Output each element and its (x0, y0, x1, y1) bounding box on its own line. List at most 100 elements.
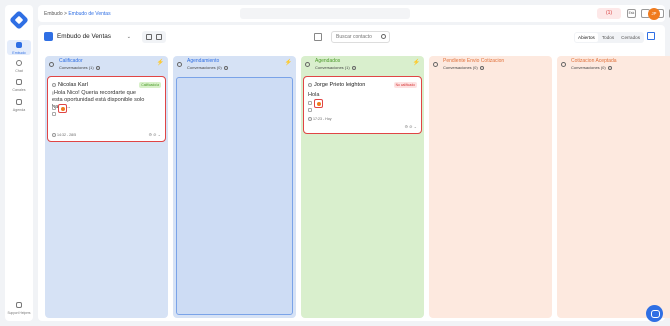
chevron-down-icon: ⌄ (126, 34, 131, 40)
contact-name: Nicolas Karl (58, 82, 88, 88)
search-icon[interactable] (381, 34, 386, 39)
export-icon[interactable] (647, 32, 655, 40)
assignee-icon[interactable] (58, 104, 67, 113)
info-icon[interactable] (479, 65, 484, 70)
column-header: Pendiente Envio Cotizacion Conversacione… (429, 56, 552, 72)
column-header: Cotizacion Aceptada Conversaciones (0) (557, 56, 670, 72)
sidebar-item-chat[interactable]: Chat (5, 60, 33, 74)
last-message: Hola (308, 92, 320, 98)
sidebar-item-label: Chat (15, 69, 23, 73)
language-label: Esk (628, 11, 635, 15)
tab-cerrados[interactable]: Cerrados (618, 33, 643, 42)
card-actions[interactable]: ⚙ ⊘ ⌄ (404, 124, 417, 129)
phone-icon (16, 79, 22, 85)
stage-icon (561, 62, 566, 67)
topbar: Embudo > Embudo de Ventas (1) Esk JP (38, 5, 670, 22)
sidebar-item-label: Embudo (12, 51, 26, 55)
column-header: Calificador Conversaciones (1) ⚡ (45, 56, 168, 72)
card-time: 17:23 - Hoy (313, 116, 332, 121)
column-count-label: Conversaciones (0) (443, 65, 478, 70)
pipeline-select-value: Embudo de Ventas (57, 33, 112, 40)
info-icon[interactable] (607, 65, 612, 70)
sidebar-item-support[interactable]: Support Helpers (5, 302, 33, 316)
contact-card[interactable]: Jorge Prieto leighton No calificado Hola… (303, 76, 422, 134)
drop-zone[interactable] (176, 77, 293, 315)
info-icon[interactable] (95, 65, 100, 70)
stage-icon (433, 62, 438, 67)
column-count: Conversaciones (1) (59, 65, 100, 70)
column-actions[interactable]: ⚡ (413, 59, 420, 66)
pipeline-icon (44, 32, 53, 41)
breadcrumb-separator: > (64, 11, 67, 17)
chat-support-button[interactable] (646, 305, 663, 322)
breadcrumb-current: Embudo de Ventas (68, 11, 111, 17)
column-count-label: Conversaciones (1) (59, 65, 94, 70)
view-toggle (142, 31, 166, 43)
card-time: 14:32 - 28/5 (57, 132, 77, 137)
board-view-icon[interactable] (146, 34, 152, 40)
stage-icon (49, 62, 54, 67)
pipeline-select[interactable]: Embudo de Ventas ⌄ (57, 31, 135, 43)
avatar[interactable]: JP (648, 8, 660, 20)
column-pendiente-envio: Pendiente Envio Cotizacion Conversacione… (429, 56, 552, 318)
column-count-label: Conversaciones (0) (187, 65, 222, 70)
card-timestamp: 17:23 - Hoy (308, 117, 332, 121)
contact-card[interactable]: Nicolas Karl Calificado/a ¡Hola Nico! Qu… (47, 76, 166, 142)
sidebar-item-embudo[interactable]: Embudo (7, 40, 31, 55)
column-actions[interactable]: ⚡ (285, 59, 292, 66)
column-title: Pendiente Envio Cotizacion (443, 58, 505, 64)
column-count: Conversaciones (0) (187, 65, 228, 70)
select-radio[interactable] (308, 83, 312, 87)
info-icon[interactable] (223, 65, 228, 70)
breadcrumb-home[interactable]: Embudo (44, 11, 63, 17)
notification-count: (1) (605, 10, 613, 16)
select-radio[interactable] (52, 83, 56, 87)
status-tabs: Abiertos Todos Cerrados (574, 32, 645, 43)
list-view-icon[interactable] (156, 34, 162, 40)
column-agendamiento: Agendamiento Conversaciones (0) ⚡ (173, 56, 296, 318)
column-header: Agendamiento Conversaciones (0) ⚡ (173, 56, 296, 72)
card-timestamp: 14:32 - 28/5 (52, 133, 76, 137)
column-title: Agendados (315, 58, 341, 64)
status-badge: No calificado (393, 82, 417, 88)
column-title: Agendamiento (187, 58, 220, 64)
tab-todos[interactable]: Todos (599, 33, 617, 42)
column-count-label: Conversaciones (0) (571, 65, 606, 70)
column-actions[interactable]: ⚡ (157, 59, 164, 66)
support-icon (16, 302, 22, 308)
card-actions[interactable]: ⚙ ⊘ ⌄ (148, 132, 161, 137)
notifications-button[interactable]: (1) (597, 8, 621, 19)
funnel-icon (16, 42, 22, 48)
info-icon[interactable] (351, 65, 356, 70)
chat-icon (16, 60, 22, 66)
clock-icon (52, 133, 56, 137)
app-logo[interactable] (9, 10, 29, 30)
language-button[interactable]: Esk (627, 9, 636, 18)
column-count: Conversaciones (1) (315, 65, 356, 70)
sidebar-item-label: Canales (12, 88, 26, 92)
breadcrumb: Embudo > Embudo de Ventas (44, 11, 111, 17)
assignee-icon[interactable] (314, 99, 323, 108)
tag-icon[interactable] (308, 101, 312, 105)
tab-abiertos[interactable]: Abiertos (575, 33, 598, 42)
column-count: Conversaciones (0) (571, 65, 612, 70)
global-search-bar[interactable] (240, 8, 410, 19)
sidebar-item-canales[interactable]: Canales (5, 79, 33, 93)
pipeline-board: Embudo de Ventas ⌄ Abiertos Todos Cerrad… (38, 25, 670, 321)
stage-icon (177, 62, 182, 67)
column-header: Agendados Conversaciones (1) ⚡ (301, 56, 424, 72)
sidebar-item-label: Support Helpers (7, 311, 31, 315)
column-title: Cotizacion Aceptada (571, 58, 617, 64)
tag-icon[interactable] (52, 106, 56, 110)
stage-icon (305, 62, 310, 67)
column-cotizacion-aceptada: Cotizacion Aceptada Conversaciones (0) (557, 56, 670, 318)
column-title: Calificador (59, 58, 83, 64)
sidebar: Embudo Chat Canales Agenda Support Helpe… (5, 5, 33, 321)
sidebar-item-agenda[interactable]: Agenda (5, 99, 33, 113)
clock-icon (308, 117, 312, 121)
note-icon[interactable] (52, 112, 56, 116)
filter-icon[interactable] (314, 33, 322, 41)
column-agendados: Agendados Conversaciones (1) ⚡ Jorge Pri… (301, 56, 424, 318)
column-count: Conversaciones (0) (443, 65, 484, 70)
note-icon[interactable] (308, 108, 312, 112)
